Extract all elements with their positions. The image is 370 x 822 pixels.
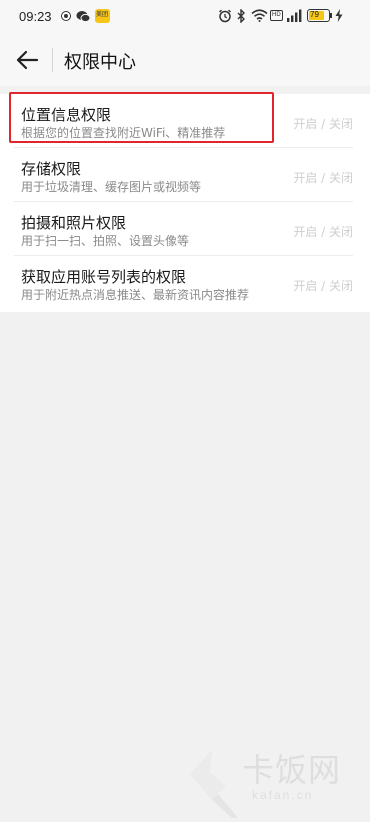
- app-bar: 权限中心: [0, 34, 370, 86]
- permission-toggle[interactable]: 开启 / 关闭: [293, 277, 353, 294]
- page-title: 权限中心: [64, 52, 136, 73]
- permission-toggle[interactable]: 开启 / 关闭: [293, 223, 353, 240]
- watermark: 卡饭网 kafan.cn: [182, 742, 364, 818]
- permission-item-camera[interactable]: 拍摄和照片权限 用于扫一扫、拍照、设置头像等 开启 / 关闭: [0, 202, 370, 256]
- permission-name: 拍摄和照片权限: [21, 214, 127, 232]
- charging-icon: [335, 9, 343, 22]
- status-time: 09:23: [19, 9, 52, 24]
- back-arrow-icon[interactable]: [14, 47, 40, 73]
- meituan-app-icon: 美团: [95, 9, 110, 23]
- permission-item-accounts[interactable]: 获取应用账号列表的权限 用于附近热点消息推送、最新资讯内容推荐 开启 / 关闭: [0, 256, 370, 310]
- battery-level-text: 79: [310, 10, 319, 19]
- permission-name: 存储权限: [21, 160, 82, 178]
- permission-desc: 用于扫一扫、拍照、设置头像等: [21, 234, 190, 248]
- signal-icon: [287, 9, 302, 22]
- permission-name: 获取应用账号列表的权限: [21, 268, 187, 286]
- permission-toggle[interactable]: 开启 / 关闭: [293, 169, 353, 186]
- watermark-url: kafan.cn: [252, 788, 314, 802]
- battery-icon: 79: [307, 9, 330, 22]
- alarm-icon: [218, 9, 232, 23]
- permission-desc: 用于附近热点消息推送、最新资讯内容推荐: [21, 288, 250, 302]
- bluetooth-icon: [237, 9, 245, 23]
- watermark-logo-icon: [190, 750, 238, 818]
- meituan-label: 美团: [96, 11, 109, 18]
- watermark-text: 卡饭网: [242, 751, 342, 789]
- hd-icon: HD: [270, 10, 283, 21]
- status-bar: 09:23 美团 HD 79: [0, 0, 370, 34]
- app-badge-icon: [61, 11, 71, 21]
- permission-toggle[interactable]: 开启 / 关闭: [293, 115, 353, 132]
- highlight-box: [9, 92, 274, 143]
- wechat-icon: [76, 11, 91, 23]
- permission-desc: 用于垃圾清理、缓存图片或视频等: [21, 180, 202, 194]
- hd-label: HD: [272, 12, 281, 18]
- header-divider: [52, 48, 53, 72]
- permission-item-storage[interactable]: 存储权限 用于垃圾清理、缓存图片或视频等 开启 / 关闭: [0, 148, 370, 202]
- wifi-icon: [251, 9, 268, 22]
